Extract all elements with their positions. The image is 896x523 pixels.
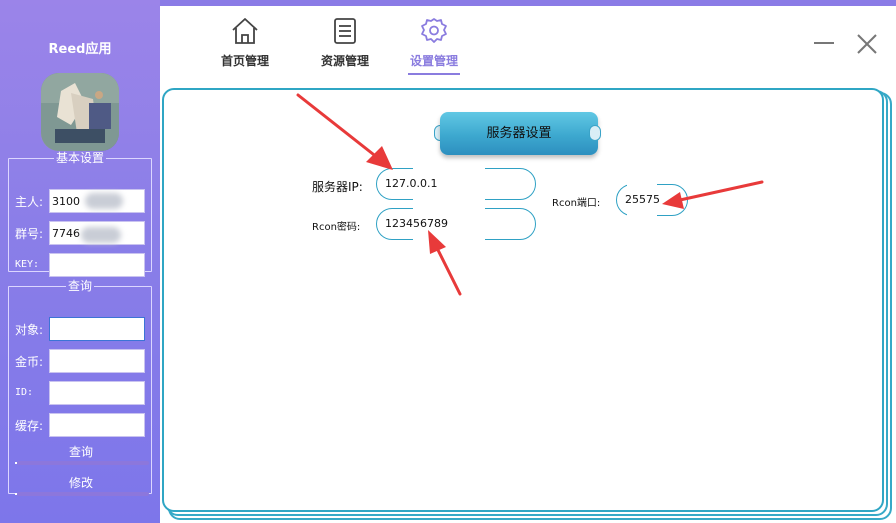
gear-icon [421, 18, 447, 43]
redacted-blur [85, 193, 123, 209]
basic-settings-legend: 基本设置 [55, 151, 104, 165]
server-ip-input[interactable]: 127.0.0.1 [376, 167, 536, 203]
query-button-bar [17, 461, 149, 465]
avatar-image [41, 73, 119, 151]
id-label: ID: [15, 387, 34, 398]
cache-row: 缓存: [15, 413, 147, 437]
key-input[interactable] [49, 253, 145, 277]
sidebar: Reed应用 基本设置 主人: 群号: KEY: 查询 [0, 0, 160, 523]
modify-button[interactable]: 修改 [15, 474, 149, 496]
cache-input[interactable] [49, 413, 145, 437]
title-knob-right [589, 125, 601, 141]
rcon-password-input[interactable]: 123456789 [376, 207, 536, 243]
rcon-port-input[interactable]: 25575 [616, 183, 688, 219]
query-legend: 查询 [67, 279, 92, 293]
id-input[interactable] [49, 381, 145, 405]
cache-label: 缓存: [15, 419, 44, 433]
group-number-label: 群号: [15, 227, 44, 241]
tab-resources-label: 资源管理 [320, 54, 369, 68]
query-button-label: 查询 [68, 445, 93, 459]
rcon-port-label: Rcon端口: [552, 198, 601, 209]
target-input[interactable] [49, 317, 145, 341]
minimize-button[interactable] [814, 32, 834, 52]
query-group: 查询 对象: 金币: ID: 缓存: 查询 修改 [8, 279, 152, 496]
target-label: 对象: [15, 323, 44, 337]
group-number-row: 群号: [15, 221, 147, 245]
list-icon [334, 18, 356, 44]
home-icon [232, 18, 258, 44]
gold-row: 金币: [15, 349, 147, 373]
rcon-port-value: 25575 [625, 193, 660, 206]
modify-button-label: 修改 [68, 476, 93, 490]
rcon-password-label: Rcon密码: [312, 222, 361, 233]
server-ip-label: 服务器IP: [312, 180, 363, 194]
server-settings-title: 服务器设置 [440, 112, 598, 155]
owner-row: 主人: [15, 189, 147, 213]
tab-home-label: 首页管理 [220, 54, 269, 68]
app-title: Reed应用 [48, 42, 112, 57]
close-icon [857, 34, 877, 54]
avatar [41, 73, 119, 151]
tab-resources[interactable]: 资源管理 [305, 16, 385, 76]
tab-home[interactable]: 首页管理 [205, 16, 285, 76]
gold-label: 金币: [15, 355, 44, 369]
id-row: ID: [15, 381, 147, 405]
active-tab-underline [408, 73, 460, 75]
target-row: 对象: [15, 317, 147, 341]
key-row: KEY: [15, 253, 147, 277]
minimize-icon [814, 42, 834, 44]
tab-settings[interactable]: 设置管理 [394, 16, 474, 76]
query-button[interactable]: 查询 [15, 443, 149, 465]
redacted-blur [81, 227, 121, 243]
tab-settings-label: 设置管理 [409, 54, 458, 68]
rcon-password-value: 123456789 [385, 217, 448, 230]
key-label: KEY: [15, 259, 40, 270]
modify-button-bar [17, 492, 149, 496]
basic-settings-group: 基本设置 主人: 群号: KEY: [8, 151, 152, 277]
gold-input[interactable] [49, 349, 145, 373]
owner-label: 主人: [15, 195, 44, 209]
close-button[interactable] [856, 33, 878, 55]
server-ip-value: 127.0.0.1 [385, 177, 438, 190]
